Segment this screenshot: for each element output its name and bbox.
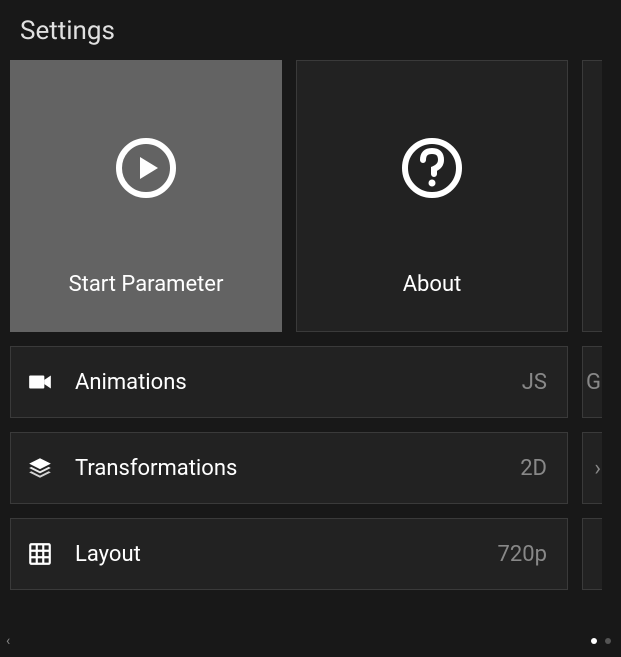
card-label: Start Parameter bbox=[69, 272, 224, 297]
row-label: Layout bbox=[75, 542, 498, 567]
page-dots bbox=[591, 638, 611, 644]
card-start-parameter[interactable]: Start Parameter bbox=[10, 60, 282, 332]
row-layout[interactable]: Layout 720p bbox=[10, 518, 568, 590]
footer: ‹ bbox=[0, 631, 621, 651]
row-value: JS bbox=[522, 370, 547, 395]
play-circle-icon bbox=[114, 136, 178, 200]
layers-icon bbox=[25, 453, 55, 483]
row-label: Transformations bbox=[75, 456, 520, 481]
back-arrow-icon[interactable]: ‹ bbox=[6, 633, 10, 649]
row-transformations-wrap: Transformations 2D › bbox=[10, 432, 611, 504]
card-row: Start Parameter About bbox=[10, 60, 611, 332]
row-label: Animations bbox=[75, 370, 522, 395]
row-peek[interactable] bbox=[582, 518, 602, 590]
row-animations[interactable]: Animations JS bbox=[10, 346, 568, 418]
page-dot-2[interactable] bbox=[605, 638, 611, 644]
row-transformations[interactable]: Transformations 2D bbox=[10, 432, 568, 504]
card-label: About bbox=[403, 272, 462, 297]
row-value: 720p bbox=[498, 542, 547, 567]
row-peek[interactable]: › bbox=[582, 432, 602, 504]
help-circle-icon bbox=[400, 136, 464, 200]
card-about[interactable]: About bbox=[296, 60, 568, 332]
grid-icon bbox=[25, 539, 55, 569]
row-value: 2D bbox=[520, 456, 547, 481]
settings-content: Start Parameter About Animations bbox=[0, 60, 621, 590]
row-peek[interactable]: G bbox=[582, 346, 602, 418]
page-title: Settings bbox=[20, 16, 601, 46]
peek-text: G bbox=[586, 370, 601, 395]
settings-header: Settings bbox=[0, 0, 621, 60]
row-layout-wrap: Layout 720p bbox=[10, 518, 611, 590]
card-peek-next[interactable] bbox=[582, 60, 602, 332]
chevron-right-icon: › bbox=[594, 456, 601, 481]
camera-icon bbox=[25, 367, 55, 397]
row-animations-wrap: Animations JS G bbox=[10, 346, 611, 418]
page-dot-1[interactable] bbox=[591, 638, 597, 644]
